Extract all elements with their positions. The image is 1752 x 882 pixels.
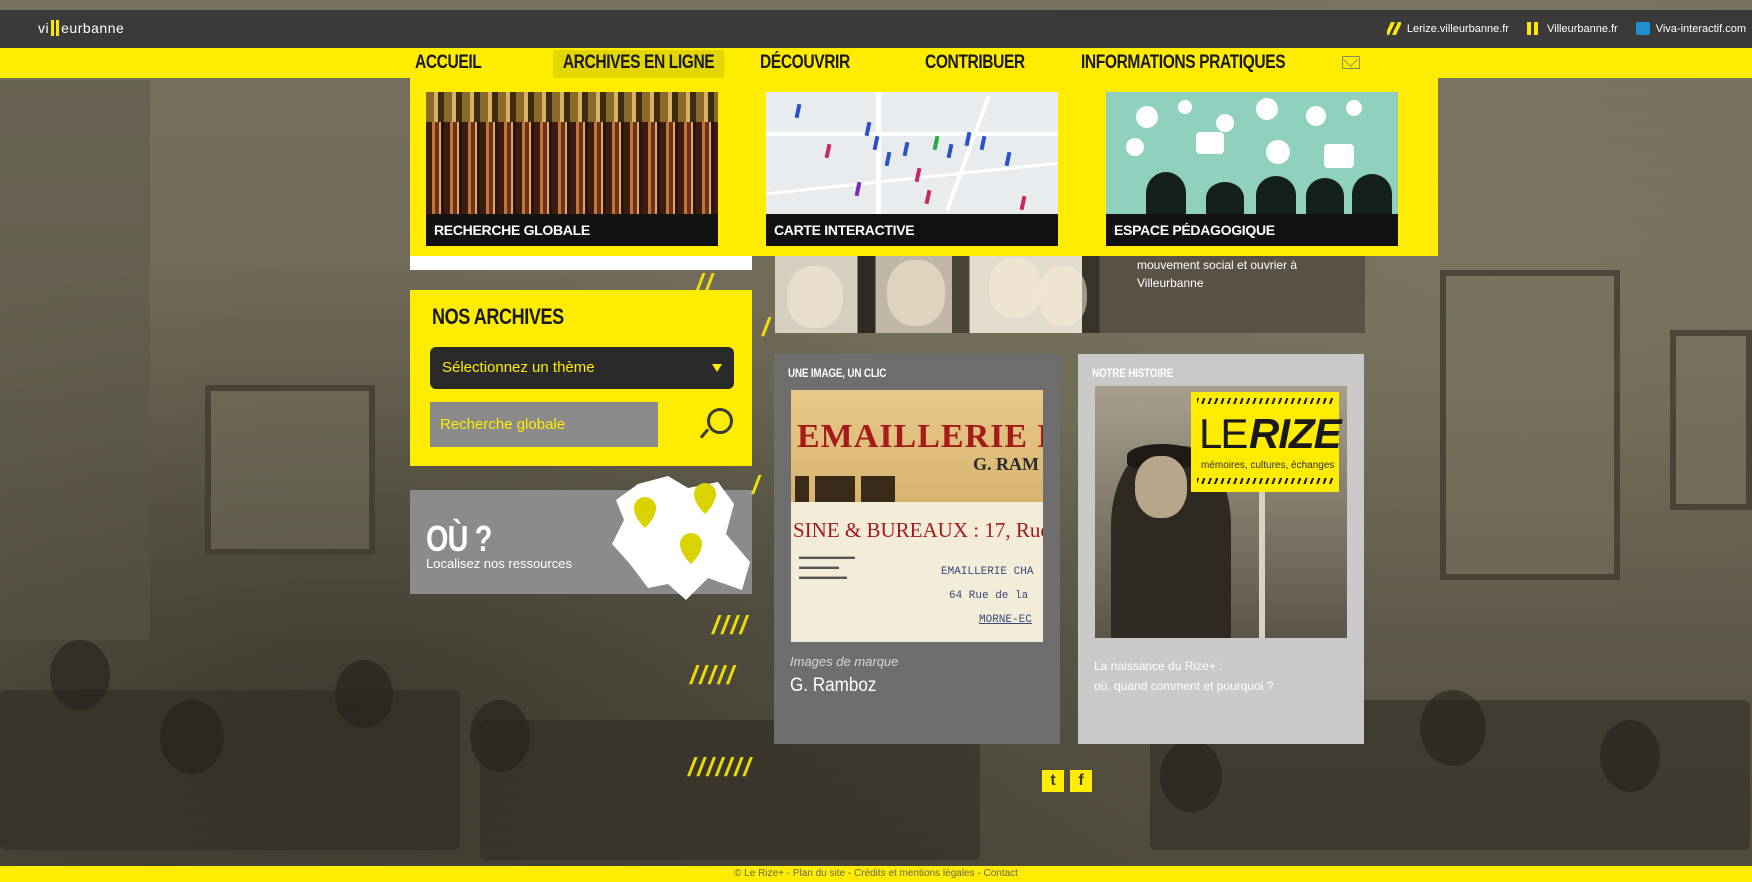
link-viva-label: Viva-interactif.com: [1655, 22, 1746, 35]
le-rize-sign: LE RIZE mémoires, cultures, échanges: [1191, 392, 1342, 492]
une-image-caption-big: G. Ramboz: [790, 675, 877, 696]
logo-text-post: eurbanne: [61, 20, 125, 36]
search-icon[interactable]: [702, 408, 733, 438]
ou-title: OÙ ?: [426, 518, 492, 559]
doc-typed-line: MORNE-EC: [979, 614, 1032, 626]
villeurbanne-icon: [1526, 22, 1541, 35]
dropdown-arrow-icon: [712, 364, 722, 372]
nos-archives-title: NOS ARCHIVES: [432, 304, 564, 329]
nos-archives-box: NOS ARCHIVES Sélectionnez un thème Reche…: [410, 290, 752, 466]
nav-informations-pratiques[interactable]: INFORMATIONS PRATIQUES: [1081, 50, 1286, 78]
decorative-dashes: ////: [712, 610, 749, 640]
une-image-caption-small: Images de marque: [790, 654, 899, 669]
link-villeurbanne[interactable]: Villeurbanne.fr: [1526, 22, 1618, 35]
logo-bars-icon: [51, 20, 60, 36]
sign-rize: RIZE: [1249, 410, 1342, 457]
footer-copyright: © Le Rize+: [734, 868, 784, 879]
facebook-icon[interactable]: f: [1070, 770, 1092, 792]
main-nav: ACCUEIL ARCHIVES EN LIGNE DÉCOUVRIR CONT…: [0, 48, 1752, 78]
decorative-dashes: //: [696, 268, 715, 298]
ou-subtitle: Localisez nos ressources: [426, 556, 572, 571]
notre-histoire-title: NOTRE HISTOIRE: [1092, 366, 1174, 380]
menu-card-recherche-globale[interactable]: RECHERCHE GLOBALE: [426, 92, 718, 246]
banner-text: mouvement social et ouvrier à Villeurban…: [1137, 258, 1298, 290]
decorative-dashes: /: [762, 312, 772, 342]
menu-card-label: ESPACE PÉDAGOGIQUE: [1106, 214, 1398, 246]
footer-link-plan-du-site[interactable]: Plan du site: [793, 868, 845, 879]
rize-icon: [1386, 22, 1401, 35]
decorative-dashes: /: [752, 470, 762, 500]
menu-card-carte-interactive[interactable]: CARTE INTERACTIVE: [766, 92, 1058, 246]
nav-archives-en-ligne[interactable]: ARCHIVES EN LIGNE: [553, 50, 725, 78]
theme-select-value: Sélectionnez un thème: [442, 359, 595, 376]
nav-decouvrir[interactable]: DÉCOUVRIR: [760, 50, 850, 78]
logo-text-pre: vi: [38, 20, 50, 36]
doc-company: G. RAM: [973, 454, 1039, 474]
sign-le: LE: [1199, 410, 1248, 457]
doc-typed-line: EMAILLERIE CHA: [941, 566, 1034, 578]
footer-link-credits[interactable]: Crédits et mentions légales: [854, 868, 975, 879]
theme-select[interactable]: Sélectionnez un thème: [430, 347, 734, 389]
notre-histoire-card[interactable]: NOTRE HISTOIRE LE RIZE mémoires, culture…: [1078, 354, 1364, 744]
nav-contribuer[interactable]: CONTRIBUER: [925, 50, 1025, 78]
une-image-title: UNE IMAGE, UN CLIC: [788, 366, 887, 380]
education-image: [1106, 92, 1398, 214]
une-image-un-clic-card[interactable]: UNE IMAGE, UN CLIC EMAILLERIE LY G. RAM …: [774, 354, 1060, 744]
nav-accueil[interactable]: ACCUEIL: [415, 50, 482, 78]
doc-typed-line: 64 Rue de la: [949, 590, 1029, 602]
doc-heading: EMAILLERIE LY: [797, 418, 1043, 455]
histoire-caption-line1: La naissance du Rize+ :: [1094, 659, 1223, 673]
city-map-icon: [612, 476, 750, 600]
villeurbanne-logo[interactable]: vi eurbanne: [38, 20, 124, 36]
social-links: t f: [1042, 770, 1092, 792]
top-bar: vi eurbanne Lerize.villeurbanne.fr Villeu…: [0, 10, 1752, 48]
ou-box[interactable]: OÙ ? Localisez nos ressources: [410, 476, 752, 600]
twitter-icon[interactable]: t: [1042, 770, 1064, 792]
menu-card-label: RECHERCHE GLOBALE: [426, 214, 718, 246]
menu-card-espace-pedagogique[interactable]: ESPACE PÉDAGOGIQUE: [1106, 92, 1398, 246]
sign-tagline: mémoires, cultures, échanges: [1201, 460, 1335, 471]
histoire-caption: La naissance du Rize+ : où, quand commen…: [1094, 656, 1273, 696]
doc-small-print: ▬▬▬▬▬▬▬ ▬▬▬▬▬ ▬▬▬▬▬▬: [799, 552, 855, 581]
pens-image: [426, 92, 718, 214]
decorative-dashes: /////: [690, 660, 737, 690]
portraits-banner[interactable]: mouvement social et ouvrier à Villeurban…: [775, 256, 1365, 333]
histoire-caption-line2: où, quand comment et pourquoi ?: [1094, 679, 1274, 693]
factory-icon: [795, 476, 895, 502]
footer: © Le Rize+ - Plan du site - Crédits et m…: [0, 866, 1752, 882]
archives-mega-menu: RECHERCHE GLOBALE CARTE INTERACTIVE ESPA…: [410, 78, 1438, 256]
link-viva[interactable]: Viva-interactif.com: [1635, 22, 1746, 35]
mail-icon[interactable]: [1342, 56, 1360, 69]
doc-address: SINE & BUREAUX : 17, Rue Louis Brai: [793, 518, 1043, 542]
map-image: [766, 92, 1058, 214]
historic-photo: LE RIZE mémoires, cultures, échanges: [1095, 386, 1347, 638]
link-lerize[interactable]: Lerize.villeurbanne.fr: [1386, 22, 1509, 35]
footer-link-contact[interactable]: Contact: [984, 868, 1018, 879]
link-villeurbanne-label: Villeurbanne.fr: [1546, 22, 1618, 35]
partner-links: Lerize.villeurbanne.fr Villeurbanne.fr V…: [1386, 22, 1746, 35]
link-lerize-label: Lerize.villeurbanne.fr: [1406, 22, 1509, 35]
search-input[interactable]: Recherche globale: [430, 402, 658, 447]
decorative-dashes: ///////: [688, 752, 753, 782]
letterhead-image: EMAILLERIE LY G. RAM SINE & BUREAUX : 17…: [791, 390, 1043, 642]
viva-icon: [1635, 22, 1650, 35]
menu-card-label: CARTE INTERACTIVE: [766, 214, 1058, 246]
